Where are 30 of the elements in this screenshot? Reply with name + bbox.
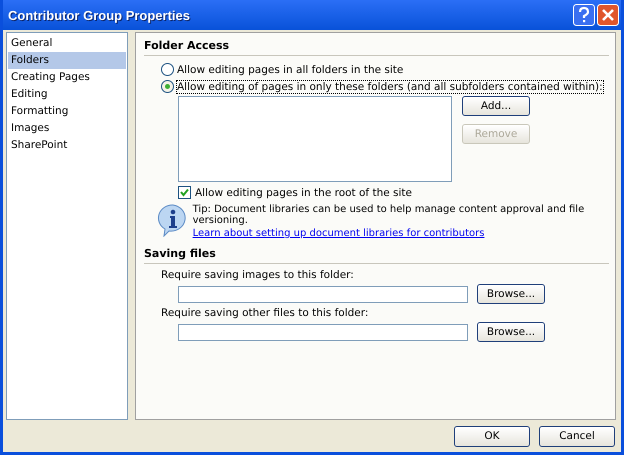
checkbox-label[interactable]: Allow editing pages in the root of the site xyxy=(195,186,412,198)
tip-text: Tip: Document libraries can be used to help manage content approval and file versioning. xyxy=(192,204,586,226)
category-item[interactable]: Editing xyxy=(8,86,126,103)
radio-label[interactable]: Allow editing of pages in only these folders (and all subfolders contained within): xyxy=(177,80,603,92)
browse-button[interactable]: Browse... xyxy=(477,322,545,342)
checkbox[interactable] xyxy=(178,186,191,199)
dialog-button[interactable]: Cancel xyxy=(539,426,615,446)
category-item[interactable]: SharePoint xyxy=(8,137,126,154)
field-label: Require saving images to this folder: xyxy=(161,269,355,281)
category-item[interactable]: Creating Pages xyxy=(8,69,126,86)
folder-input-field[interactable] xyxy=(178,286,468,302)
radio-label[interactable]: Allow editing pages in all folders in the site xyxy=(177,64,404,76)
field-label: Require saving other files to this folder: xyxy=(161,307,370,319)
close-icon[interactable] xyxy=(597,4,619,26)
category-item[interactable]: Images xyxy=(8,120,126,137)
add-button[interactable]: Add... xyxy=(462,96,530,116)
category-item[interactable]: Folders xyxy=(8,52,126,69)
window-title: Contributor Group Properties xyxy=(8,8,190,22)
category-item[interactable]: Formatting xyxy=(8,103,126,120)
browse-button[interactable]: Browse... xyxy=(477,284,545,304)
radio-button[interactable] xyxy=(161,63,174,76)
section-heading: Folder Access xyxy=(144,39,230,52)
radio-button[interactable] xyxy=(161,80,174,93)
section-heading: Saving files xyxy=(144,247,217,260)
help-link[interactable]: Learn about setting up document libraries for contributors xyxy=(192,228,609,239)
category-item[interactable]: General xyxy=(8,35,126,52)
folder-input-field[interactable] xyxy=(178,324,468,340)
info-icon xyxy=(157,203,187,237)
help-icon[interactable] xyxy=(573,4,595,26)
dialog-button[interactable]: OK xyxy=(454,426,530,446)
